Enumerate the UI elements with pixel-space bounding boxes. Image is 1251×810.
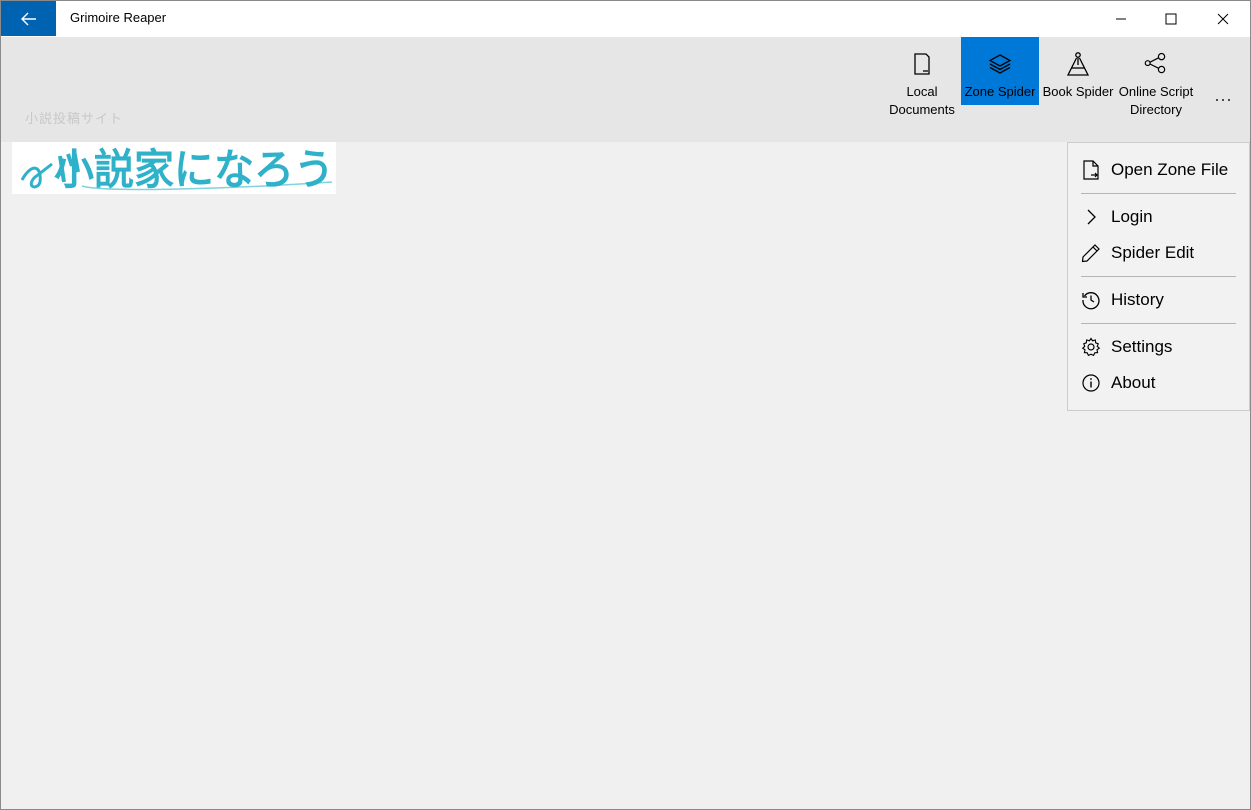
maximize-button[interactable] (1146, 0, 1196, 37)
history-icon (1081, 290, 1101, 310)
pencil-icon (1081, 243, 1101, 263)
maximize-icon (1165, 13, 1177, 24)
site-logo-text: 小説家になろう (54, 145, 334, 194)
menu-item-history[interactable]: History (1068, 282, 1249, 318)
local-documents-button[interactable]: Local Documents (883, 37, 961, 119)
more-options-menu: Open Zone File Login Spider Edit History… (1067, 142, 1250, 411)
share-nodes-icon (1144, 51, 1168, 77)
local-documents-label: Local Documents (889, 84, 955, 117)
book-spider-label: Book Spider (1042, 84, 1114, 99)
zone-spider-button[interactable]: Zone Spider (961, 37, 1039, 105)
menu-item-spider-edit[interactable]: Spider Edit (1068, 235, 1249, 271)
document-icon (910, 51, 934, 77)
menu-item-open-zone-file[interactable]: Open Zone File (1068, 152, 1249, 188)
menu-item-label: Settings (1111, 337, 1173, 356)
menu-item-label: About (1111, 373, 1156, 392)
menu-item-label: Login (1111, 207, 1153, 226)
online-script-directory-button[interactable]: Online Script Directory (1117, 37, 1195, 119)
menu-item-about[interactable]: About (1068, 365, 1249, 401)
menu-item-login[interactable]: Login (1068, 199, 1249, 235)
layers-icon (988, 51, 1012, 77)
more-options-button[interactable]: ··· (1202, 84, 1244, 114)
back-button[interactable] (1, 1, 56, 36)
app-title: Grimoire Reaper (70, 10, 167, 25)
chevron-right-icon (1081, 207, 1101, 227)
minimize-button[interactable] (1096, 0, 1146, 37)
minimize-icon (1116, 18, 1126, 19)
site-logo-banner[interactable]: 小説家になろう (12, 142, 336, 194)
spider-icon (1066, 51, 1090, 77)
menu-item-label: History (1111, 290, 1164, 309)
menu-item-label: Spider Edit (1111, 243, 1195, 262)
online-script-directory-label: Online Script Directory (1118, 84, 1194, 117)
site-title-faded: 小説投稿サイト (25, 111, 124, 126)
close-icon (1217, 13, 1229, 24)
book-spider-button[interactable]: Book Spider (1039, 37, 1117, 101)
zone-spider-label: Zone Spider (964, 84, 1036, 99)
menu-item-settings[interactable]: Settings (1068, 329, 1249, 365)
command-bar: 小説投稿サイト Local Documents Zone Spider Book… (1, 37, 1250, 142)
menu-separator (1081, 323, 1236, 324)
menu-item-label: Open Zone File (1111, 160, 1229, 179)
title-bar: Grimoire Reaper (0, 0, 1251, 37)
arrow-left-icon (20, 12, 36, 25)
info-icon (1081, 373, 1101, 393)
gear-icon (1081, 337, 1101, 357)
file-open-icon (1081, 160, 1101, 180)
close-button[interactable] (1198, 0, 1248, 37)
site-logo: 小説家になろう (20, 145, 334, 194)
menu-separator (1081, 193, 1236, 194)
menu-separator (1081, 276, 1236, 277)
